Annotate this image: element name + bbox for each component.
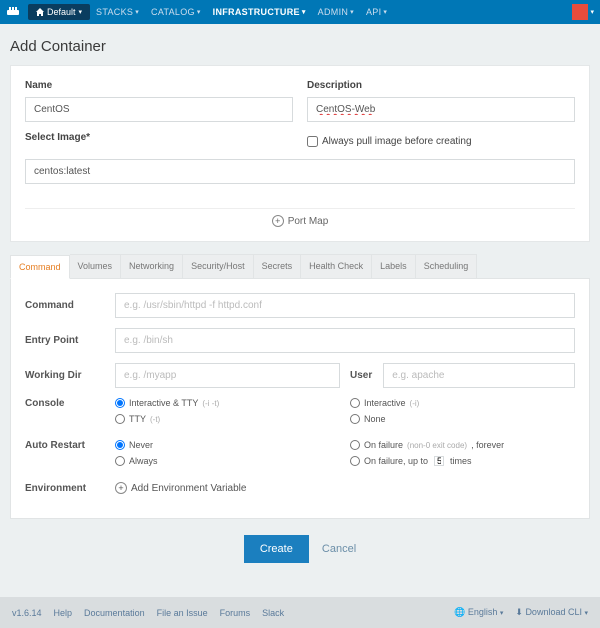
user-avatar[interactable] xyxy=(572,4,588,20)
plus-icon: + xyxy=(272,215,284,227)
tab-secrets[interactable]: Secrets xyxy=(254,254,302,278)
chevron-down-icon: ▾ xyxy=(79,8,83,16)
tab-networking[interactable]: Networking xyxy=(121,254,183,278)
port-map-toggle[interactable]: +Port Map xyxy=(25,208,575,227)
select-image-input[interactable] xyxy=(25,159,575,184)
workdir-input[interactable] xyxy=(115,363,340,388)
console-none[interactable]: None xyxy=(350,414,575,424)
always-pull-checkbox[interactable]: Always pull image before creating xyxy=(307,136,575,147)
command-input[interactable] xyxy=(115,293,575,318)
name-label: Name xyxy=(25,80,293,91)
restart-onfail-upto[interactable]: On failure, up totimes xyxy=(350,456,575,466)
user-input[interactable] xyxy=(383,363,575,388)
nav-catalog[interactable]: CATALOG▾ xyxy=(145,4,207,20)
select-image-label: Select Image* xyxy=(25,132,293,143)
console-interactive-tty[interactable]: Interactive & TTY(-i -t) xyxy=(115,398,340,408)
cancel-button[interactable]: Cancel xyxy=(322,543,356,555)
user-menu-chevron[interactable]: ▾ xyxy=(590,8,594,16)
footer-forums[interactable]: Forums xyxy=(220,608,251,618)
tab-body-command: Command Entry Point Working Dir User Con… xyxy=(10,278,590,519)
download-cli[interactable]: ⬇ Download CLI ▾ xyxy=(515,607,588,618)
nav-stacks[interactable]: STACKS▾ xyxy=(90,4,145,20)
tab-volumes[interactable]: Volumes xyxy=(70,254,122,278)
tab-labels[interactable]: Labels xyxy=(372,254,416,278)
nav-infrastructure[interactable]: INFRASTRUCTURE▾ xyxy=(207,4,312,20)
add-env-var-button[interactable]: +Add Environment Variable xyxy=(115,482,575,494)
nav-api[interactable]: API▾ xyxy=(360,4,393,20)
restart-label: Auto Restart xyxy=(25,440,105,451)
config-tabs: Command Volumes Networking Security/Host… xyxy=(10,254,590,278)
command-label: Command xyxy=(25,300,105,311)
home-icon xyxy=(36,8,44,16)
tab-command[interactable]: Command xyxy=(10,255,70,279)
footer-slack[interactable]: Slack xyxy=(262,608,284,618)
console-label: Console xyxy=(25,398,105,409)
console-interactive[interactable]: Interactive(-i) xyxy=(350,398,575,408)
tab-security[interactable]: Security/Host xyxy=(183,254,254,278)
restart-onfail-forever[interactable]: On failure(non-0 exit code), forever xyxy=(350,440,575,450)
workdir-label: Working Dir xyxy=(25,370,105,381)
plus-icon: + xyxy=(115,482,127,494)
footer-issue[interactable]: File an Issue xyxy=(157,608,208,618)
environment-label: Environment xyxy=(25,483,105,494)
form-actions: Create Cancel xyxy=(10,519,590,587)
footer-docs[interactable]: Documentation xyxy=(84,608,145,618)
restart-never[interactable]: Never xyxy=(115,440,340,450)
entrypoint-input[interactable] xyxy=(115,328,575,353)
version-text: v1.6.14 xyxy=(12,608,42,618)
console-tty[interactable]: TTY(-t) xyxy=(115,414,340,424)
description-label: Description xyxy=(307,80,575,91)
footer-help[interactable]: Help xyxy=(54,608,73,618)
tab-scheduling[interactable]: Scheduling xyxy=(416,254,478,278)
create-button[interactable]: Create xyxy=(244,535,309,563)
tab-healthcheck[interactable]: Health Check xyxy=(301,254,372,278)
name-input[interactable] xyxy=(25,97,293,122)
footer: v1.6.14 Help Documentation File an Issue… xyxy=(0,597,600,628)
restart-always[interactable]: Always xyxy=(115,456,340,466)
environment-selector[interactable]: Default▾ xyxy=(28,4,90,20)
nav-admin[interactable]: ADMIN▾ xyxy=(312,4,360,20)
top-navbar: Default▾ STACKS▾ CATALOG▾ INFRASTRUCTURE… xyxy=(0,0,600,24)
user-label: User xyxy=(350,370,375,381)
language-selector[interactable]: 🌐 English ▾ xyxy=(454,607,503,618)
entrypoint-label: Entry Point xyxy=(25,335,105,346)
restart-times-input[interactable] xyxy=(434,456,444,466)
page-title: Add Container xyxy=(10,38,590,55)
description-input[interactable] xyxy=(307,97,575,122)
logo-icon xyxy=(6,6,24,18)
container-basics-card: Name Description Select Image* Always pu… xyxy=(10,65,590,242)
